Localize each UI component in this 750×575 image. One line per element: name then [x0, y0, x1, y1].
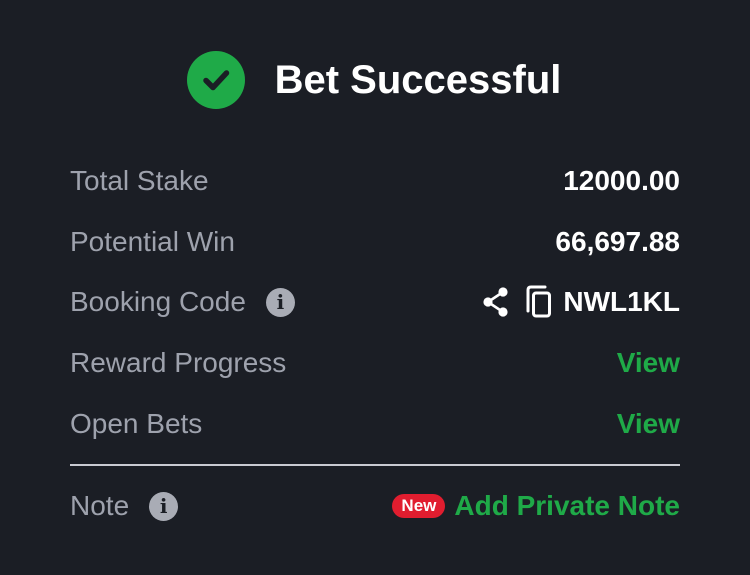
add-private-note-link[interactable]: Add Private Note [454, 490, 680, 522]
note-label: Note [70, 490, 130, 521]
copy-icon[interactable] [523, 285, 553, 319]
booking-code-value[interactable]: NWL1KL [563, 286, 680, 318]
info-icon[interactable]: i [265, 287, 295, 317]
open-bets-label: Open Bets [70, 408, 203, 439]
total-stake-label: Total Stake [70, 165, 209, 196]
booking-code-label: Booking Code [70, 286, 246, 317]
total-stake-value: 12000.00 [563, 165, 680, 196]
page-title: Bet Successful [274, 57, 562, 102]
open-bets-view-link[interactable]: View [617, 408, 680, 440]
potential-win-value: 66,697.88 [555, 226, 680, 257]
reward-progress-label: Reward Progress [70, 347, 287, 378]
check-circle-icon [186, 51, 245, 109]
note-info-icon[interactable]: i [149, 491, 179, 521]
booking-code-row: Booking Code i NWL1KL [70, 282, 680, 322]
reward-progress-row: Reward Progress View [70, 343, 680, 383]
bet-success-header: Bet Successful [0, 48, 750, 112]
total-stake-row: Total Stake 12000.00 [70, 161, 680, 201]
note-row: Note i New Add Private Note [70, 486, 680, 526]
open-bets-row: Open Bets View [70, 404, 680, 444]
new-badge: New [392, 494, 446, 518]
share-icon[interactable] [481, 286, 511, 318]
reward-progress-view-link[interactable]: View [617, 347, 680, 379]
divider [70, 464, 680, 466]
potential-win-label: Potential Win [70, 226, 235, 257]
potential-win-row: Potential Win 66,697.88 [70, 222, 680, 262]
